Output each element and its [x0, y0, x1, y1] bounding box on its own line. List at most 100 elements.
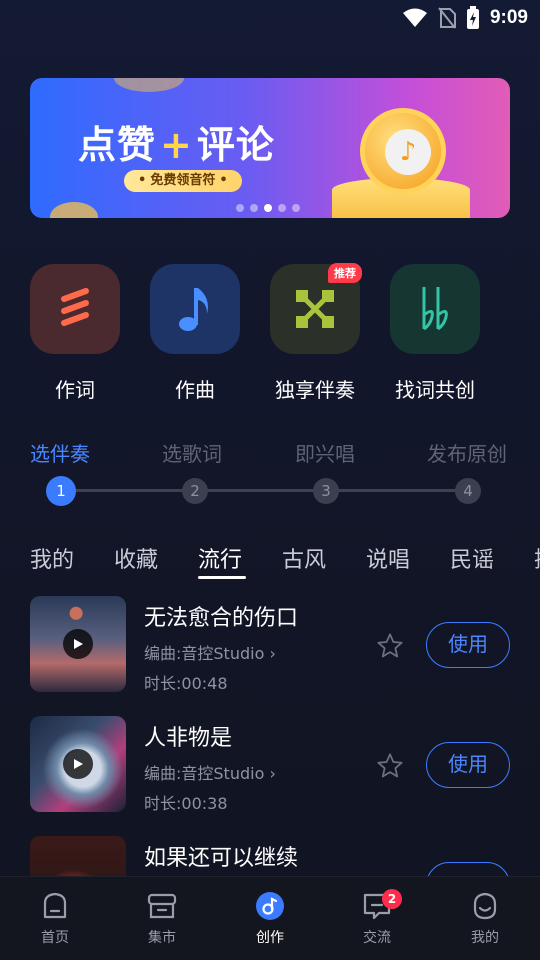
music-note-icon: ♪: [385, 129, 431, 175]
favorite-star-icon[interactable]: [376, 752, 404, 780]
tab-folk[interactable]: 民谣: [450, 542, 494, 574]
banner-dot[interactable]: [278, 204, 286, 212]
tab-rock[interactable]: 摇: [534, 542, 540, 574]
steps-progress-line: [61, 489, 468, 492]
quick-actions: 作词 作曲 推荐 独享伴奏 找词共创: [30, 263, 480, 403]
nav-chat[interactable]: 2 交流: [342, 889, 412, 947]
play-icon: [74, 759, 83, 769]
step-label-active: 选伴奏: [30, 442, 90, 466]
chevron-right-icon: ›: [269, 644, 276, 663]
song-cover[interactable]: [30, 596, 126, 692]
nav-label: 交流: [363, 930, 391, 946]
song-duration: 时长:00:38: [144, 794, 228, 813]
quick-action-co-create[interactable]: 找词共创: [390, 264, 480, 403]
tab-rap[interactable]: 说唱: [366, 542, 410, 574]
banner-headline-right: 评论: [196, 123, 275, 167]
quick-action-icon-box[interactable]: [150, 264, 240, 354]
quick-action-exclusive-accompaniment[interactable]: 推荐 独享伴奏: [270, 263, 362, 403]
coin-decoration: [50, 202, 98, 218]
song-row[interactable]: 无法愈合的伤口 编曲:音控Studio › 时长:00:48 使用: [30, 596, 510, 706]
step-marker: 4: [455, 478, 481, 504]
status-time: 9:09: [489, 7, 528, 28]
active-tab-underline: [198, 576, 246, 579]
tab-favorites[interactable]: 收藏: [114, 542, 158, 574]
song-duration: 时长:00:48: [144, 674, 228, 693]
song-title: 人非物是: [144, 726, 233, 751]
market-icon: [147, 893, 177, 919]
play-button[interactable]: [63, 629, 93, 659]
music-note-icon: [179, 288, 208, 331]
cross-arrows-icon: [296, 290, 334, 328]
no-sim-icon: [438, 7, 456, 29]
nav-create[interactable]: 创作: [235, 891, 305, 947]
song-title: 如果还可以继续: [144, 846, 299, 871]
nav-label: 集市: [148, 930, 176, 946]
banner-pagination: [236, 204, 300, 212]
step-label: 即兴唱: [295, 442, 355, 466]
song-composer-text: 编曲:音控Studio: [144, 764, 265, 783]
banner-plus: +: [160, 123, 193, 167]
wifi-icon: [402, 8, 427, 27]
quick-action-lyrics[interactable]: 作词: [30, 264, 120, 403]
recommend-badge: 推荐: [328, 263, 362, 283]
nav-profile[interactable]: 我的: [450, 891, 520, 947]
quick-action-label: 作词: [55, 378, 95, 402]
banner-dot[interactable]: [292, 204, 300, 212]
quick-action-label: 作曲: [175, 378, 215, 402]
status-icons: 9:09: [402, 6, 528, 30]
coin-decoration: [114, 78, 184, 92]
song-composer-text: 编曲:音控Studio: [144, 644, 265, 663]
use-button[interactable]: 使用: [426, 622, 510, 668]
play-icon: [74, 639, 83, 649]
lyrics-icon: [61, 288, 89, 326]
banner-dot[interactable]: [236, 204, 244, 212]
step-marker-active: 1: [46, 476, 76, 506]
song-row[interactable]: 人非物是 编曲:音控Studio › 时长:00:38 使用: [30, 716, 510, 826]
quick-action-icon-box[interactable]: [390, 264, 480, 354]
banner-headline-left: 点赞: [78, 123, 157, 167]
home-icon: [43, 892, 67, 919]
step-marker: 2: [182, 478, 208, 504]
song-row[interactable]: 如果还可以继续: [30, 836, 510, 876]
step-label: 发布原创: [427, 442, 507, 466]
nav-label: 我的: [471, 930, 499, 946]
nav-home[interactable]: 首页: [20, 891, 90, 947]
song-list: 无法愈合的伤口 编曲:音控Studio › 时长:00:48 使用 人非物是 编…: [0, 596, 540, 876]
nav-label: 首页: [41, 930, 69, 946]
category-tabs: 我的 收藏 流行 古风 说唱 民谣 摇: [30, 542, 540, 582]
step-marker: 3: [313, 478, 339, 504]
use-button[interactable]: [426, 862, 510, 876]
banner-dot[interactable]: [250, 204, 258, 212]
quick-action-compose[interactable]: 作曲: [150, 264, 240, 403]
chevron-right-icon: ›: [269, 764, 276, 783]
favorite-star-icon[interactable]: [376, 632, 404, 660]
tab-mine[interactable]: 我的: [30, 542, 74, 574]
music-coin-icon: ♪: [360, 108, 446, 194]
song-composer[interactable]: 编曲:音控Studio ›: [144, 640, 276, 664]
banner-pill: 免费领音符: [124, 170, 242, 192]
quick-action-icon-box[interactable]: [30, 264, 120, 354]
song-title: 无法愈合的伤口: [144, 606, 299, 631]
tab-pop[interactable]: 流行: [198, 542, 242, 574]
song-composer[interactable]: 编曲:音控Studio ›: [144, 760, 276, 784]
tab-ancient[interactable]: 古风: [282, 542, 326, 574]
banner-dot-active[interactable]: [264, 204, 272, 212]
nav-label: 创作: [256, 930, 284, 946]
promo-banner[interactable]: 点赞+评论 免费领音符 ♪: [30, 78, 510, 218]
play-button[interactable]: [63, 749, 93, 779]
step-label: 选歌词: [162, 442, 222, 466]
double-flat-icon: [422, 287, 448, 331]
battery-charging-icon: [466, 6, 479, 29]
use-button[interactable]: 使用: [426, 742, 510, 788]
song-cover[interactable]: [30, 836, 126, 876]
nav-market[interactable]: 集市: [127, 891, 197, 947]
quick-action-label: 独享伴奏: [275, 378, 355, 402]
create-icon: [256, 892, 284, 920]
steps-labels: 选伴奏 选歌词 即兴唱 发布原创: [30, 438, 510, 466]
notification-badge: 2: [382, 889, 402, 909]
song-cover[interactable]: [30, 716, 126, 812]
status-bar: 9:09: [0, 0, 540, 36]
profile-icon: [473, 892, 497, 920]
bottom-nav: 首页 集市 创作 2 交流 我的: [0, 876, 540, 960]
banner-headline: 点赞 + 评论: [78, 114, 275, 169]
